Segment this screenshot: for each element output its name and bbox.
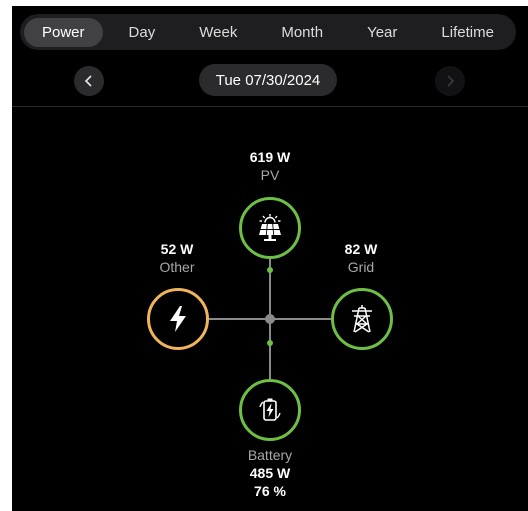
grid-power-value: 82 W [344,241,378,257]
pv-node[interactable] [239,197,301,259]
pv-label: PV [260,167,280,183]
other-node[interactable] [147,288,209,350]
battery-node[interactable] [239,379,301,441]
other-power-value: 52 W [160,241,194,257]
pv-power-value: 619 W [249,149,291,165]
battery-readout: Battery 485 W 76 % [210,446,330,500]
grid-node[interactable] [331,288,393,350]
power-flow-panel: Power Day Week Month Year Lifetime Tue 0… [12,6,528,511]
grid-label: Grid [347,259,375,275]
other-readout: 52 W Other [117,240,237,276]
battery-soc-value: 76 % [254,483,286,499]
other-label: Other [159,259,195,275]
transmission-tower-icon [352,305,372,333]
battery-label: Battery [247,447,293,463]
battery-icon [259,398,281,421]
grid-readout: 82 W Grid [301,240,421,276]
solar-panel-icon [259,214,281,241]
pv-readout: 619 W PV [210,148,330,184]
battery-power-value: 485 W [249,465,291,481]
energy-flow-diagram: 619 W PV 52 W Other 82 W Grid Battery 48… [12,6,528,511]
lightning-icon [170,306,186,332]
